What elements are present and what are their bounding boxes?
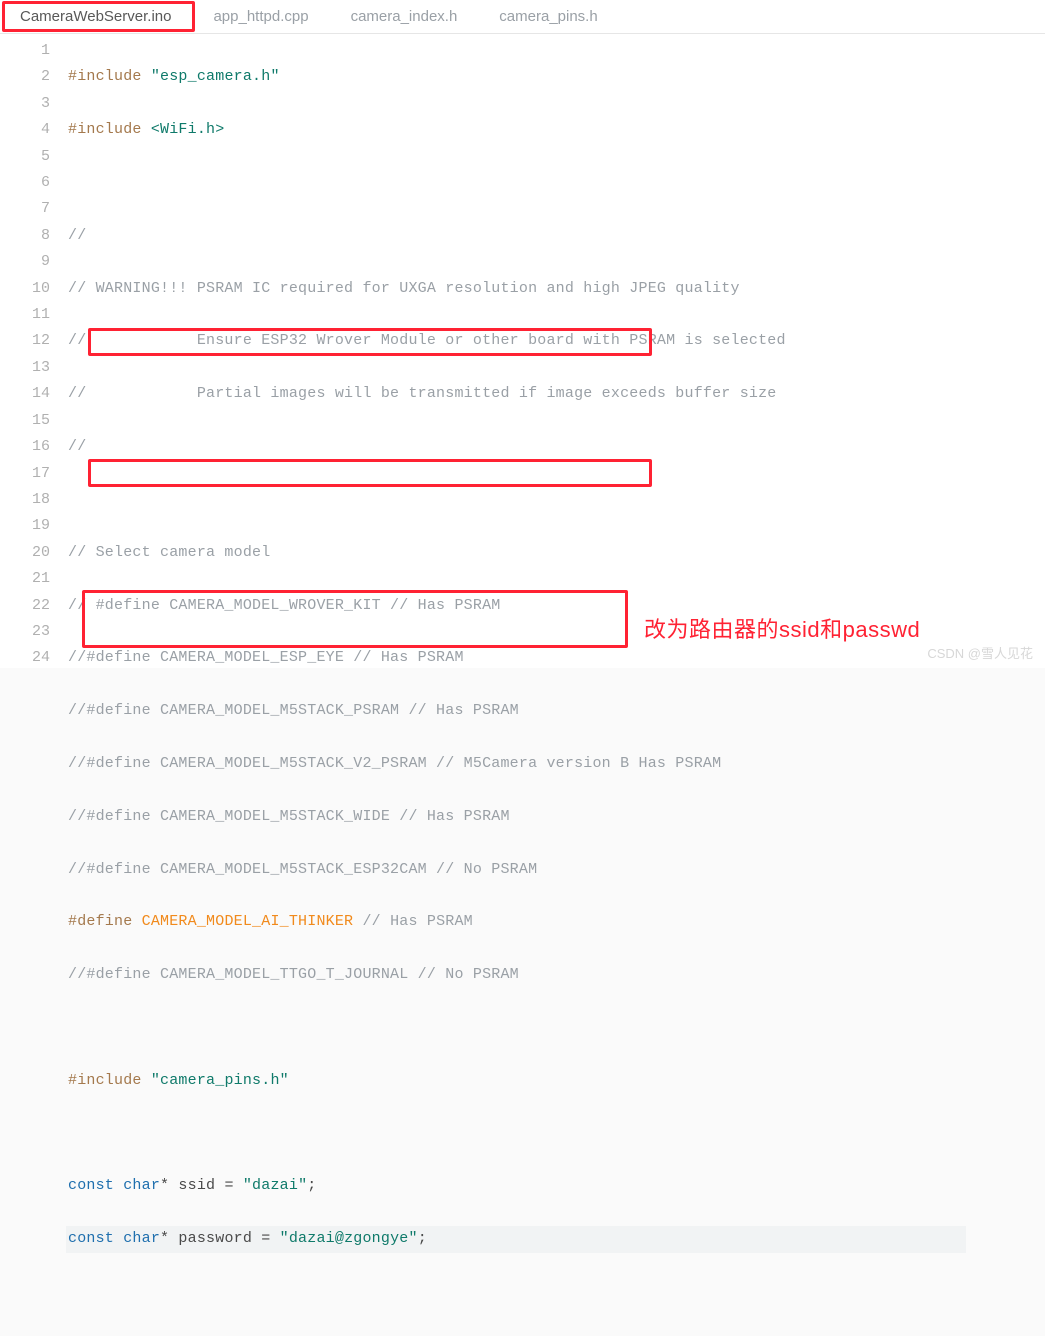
line-number: 11: [0, 302, 50, 328]
tab-camera-pins[interactable]: camera_pins.h: [481, 2, 615, 33]
line-number: 4: [0, 117, 50, 143]
line-number: 9: [0, 249, 50, 275]
line-number: 7: [0, 196, 50, 222]
code-line: // WARNING!!! PSRAM IC required for UXGA…: [68, 276, 1045, 302]
line-number: 15: [0, 408, 50, 434]
code-line: //#define CAMERA_MODEL_M5STACK_V2_PSRAM …: [68, 751, 1045, 777]
watermark: CSDN @雪人见花: [927, 643, 1033, 662]
code-line: [68, 1015, 1045, 1041]
code-line: //: [68, 223, 1045, 249]
line-number: 17: [0, 461, 50, 487]
line-number: 8: [0, 223, 50, 249]
code-line: //#define CAMERA_MODEL_M5STACK_WIDE // H…: [68, 804, 1045, 830]
line-number: 20: [0, 540, 50, 566]
line-number: 16: [0, 434, 50, 460]
code-line: //#define CAMERA_MODEL_TTGO_T_JOURNAL //…: [68, 962, 1045, 988]
code-line: #include "esp_camera.h": [68, 64, 1045, 90]
code-line: [68, 1279, 1045, 1305]
code-line: //#define CAMERA_MODEL_M5STACK_PSRAM // …: [68, 698, 1045, 724]
line-number: 18: [0, 487, 50, 513]
code-line: //#define CAMERA_MODEL_M5STACK_ESP32CAM …: [68, 857, 1045, 883]
ide-window: CameraWebServer.ino app_httpd.cpp camera…: [0, 0, 1045, 668]
line-number: 22: [0, 593, 50, 619]
annotation-text: 改为路由器的ssid和passwd: [644, 612, 920, 644]
line-number: 2: [0, 64, 50, 90]
code-line: [68, 1121, 1045, 1147]
tab-camerawebserver[interactable]: CameraWebServer.ino: [2, 2, 189, 33]
line-number: 12: [0, 328, 50, 354]
line-number: 10: [0, 276, 50, 302]
line-number: 21: [0, 566, 50, 592]
code-line: // Partial images will be transmitted if…: [68, 381, 1045, 407]
code-line: // Select camera model: [68, 540, 1045, 566]
code-line: // Ensure ESP32 Wrover Module or other b…: [68, 328, 1045, 354]
code-editor[interactable]: 1 2 3 4 5 6 7 8 9 10 11 12 13 14 15 16 1…: [0, 34, 1045, 1336]
line-number: 23: [0, 619, 50, 645]
code-line: const char* ssid = "dazai";: [68, 1173, 1045, 1199]
line-number-gutter: 1 2 3 4 5 6 7 8 9 10 11 12 13 14 15 16 1…: [0, 38, 68, 1336]
line-number: 3: [0, 91, 50, 117]
line-number: 13: [0, 355, 50, 381]
line-number: 19: [0, 513, 50, 539]
file-tab-bar: CameraWebServer.ino app_httpd.cpp camera…: [0, 0, 1045, 34]
code-line: const char* password = "dazai@zgongye";: [68, 1226, 1045, 1252]
code-line: [68, 170, 1045, 196]
line-number: 1: [0, 38, 50, 64]
code-line: #define CAMERA_MODEL_AI_THINKER // Has P…: [68, 909, 1045, 935]
line-number: 6: [0, 170, 50, 196]
code-line: #include <WiFi.h>: [68, 117, 1045, 143]
line-number: 14: [0, 381, 50, 407]
code-line: [68, 487, 1045, 513]
tab-camera-index[interactable]: camera_index.h: [333, 2, 476, 33]
code-line: //: [68, 434, 1045, 460]
code-area[interactable]: #include "esp_camera.h" #include <WiFi.h…: [68, 38, 1045, 1336]
line-number: 5: [0, 144, 50, 170]
tab-app-httpd[interactable]: app_httpd.cpp: [195, 2, 326, 33]
code-line: #include "camera_pins.h": [68, 1068, 1045, 1094]
